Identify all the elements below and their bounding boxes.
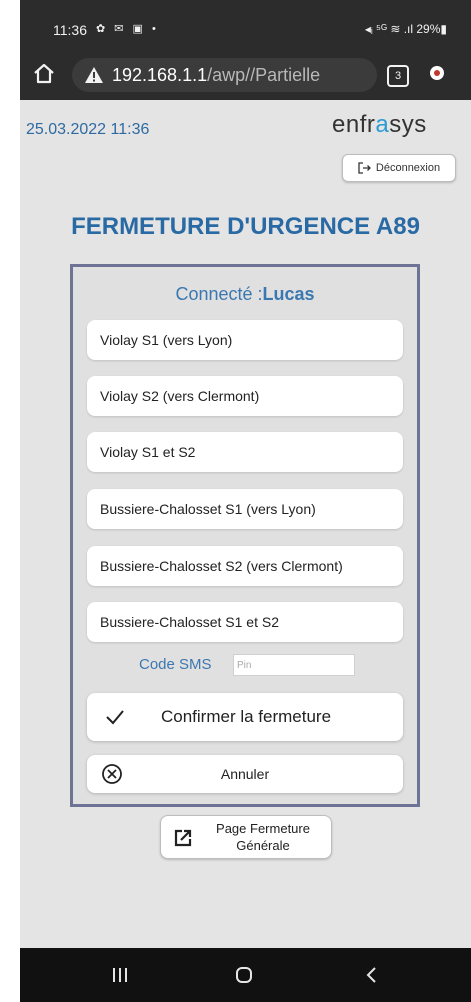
back-icon[interactable] — [360, 963, 384, 987]
external-link-icon — [174, 829, 192, 847]
tab-count-button[interactable]: 3 — [387, 65, 409, 87]
closure-panel: Connecté :Lucas Violay S1 (vers Lyon) Vi… — [70, 264, 420, 807]
logout-icon — [358, 162, 371, 174]
check-icon — [106, 710, 124, 725]
logout-button[interactable]: Déconnexion — [342, 154, 456, 182]
brand-logo: enfrasys — [332, 111, 427, 139]
notification-icons: ✿ ✉ ▣ • — [96, 23, 159, 35]
url-bar[interactable]: 192.168.1.1/awp//Partielle — [72, 58, 377, 92]
confirm-closure-button[interactable]: Confirmer la fermeture — [87, 693, 403, 741]
option-bussiere-s2[interactable]: Bussiere-Chalosset S2 (vers Clermont) — [87, 546, 403, 586]
general-closure-line1: Page Fermeture — [216, 821, 310, 836]
general-closure-label: Page Fermeture Générale — [199, 820, 327, 854]
option-bussiere-s1-s2[interactable]: Bussiere-Chalosset S1 et S2 — [87, 602, 403, 642]
home-icon[interactable] — [32, 62, 56, 86]
brand-accent: a — [375, 111, 390, 138]
connected-label: Connecté : — [175, 284, 263, 304]
brand-part2: sys — [389, 111, 427, 138]
status-indicators: ◂ᵢ ⁵ᴳ ≋ .ıl 29%▮ — [364, 22, 447, 36]
browser-toolbar: 192.168.1.1/awp//Partielle 3 — [20, 52, 471, 100]
recent-apps-icon[interactable] — [108, 963, 132, 987]
url-path: /awp//Partielle — [207, 65, 321, 85]
option-violay-s1-s2[interactable]: Violay S1 et S2 — [87, 432, 403, 472]
navigation-bar — [20, 948, 471, 1002]
status-bar: 11:36 ✿ ✉ ▣ • ◂ᵢ ⁵ᴳ ≋ .ıl 29%▮ — [20, 0, 471, 60]
phone-screen: 11:36 ✿ ✉ ▣ • ◂ᵢ ⁵ᴳ ≋ .ıl 29%▮ 192.168.1… — [20, 0, 471, 1002]
url-text: 192.168.1.1/awp//Partielle — [112, 58, 320, 92]
datetime: 25.03.2022 11:36 — [26, 121, 150, 138]
cancel-label: Annuler — [220, 766, 270, 782]
option-violay-s2[interactable]: Violay S2 (vers Clermont) — [87, 376, 403, 416]
profile-icon[interactable] — [430, 66, 444, 80]
general-closure-line2: Générale — [236, 838, 290, 853]
status-time: 11:36 — [53, 22, 87, 38]
sms-pin-input[interactable] — [233, 654, 355, 676]
warning-icon — [85, 67, 103, 83]
connected-user: Connecté :Lucas — [73, 284, 417, 305]
connected-username: Lucas — [262, 284, 315, 304]
brand-part1: enfr — [332, 111, 376, 138]
url-host: 192.168.1.1 — [112, 65, 208, 85]
home-button-icon[interactable] — [232, 963, 256, 987]
logout-label: Déconnexion — [375, 162, 441, 174]
general-closure-page-button[interactable]: Page Fermeture Générale — [160, 815, 332, 859]
cancel-button[interactable]: Annuler — [87, 755, 403, 793]
page-title: FERMETURE D'URGENCE A89 — [71, 213, 420, 240]
option-violay-s1[interactable]: Violay S1 (vers Lyon) — [87, 320, 403, 360]
option-bussiere-s1[interactable]: Bussiere-Chalosset S1 (vers Lyon) — [87, 489, 403, 529]
sms-code-label: Code SMS — [139, 656, 212, 673]
confirm-label: Confirmer la fermeture — [161, 707, 332, 726]
